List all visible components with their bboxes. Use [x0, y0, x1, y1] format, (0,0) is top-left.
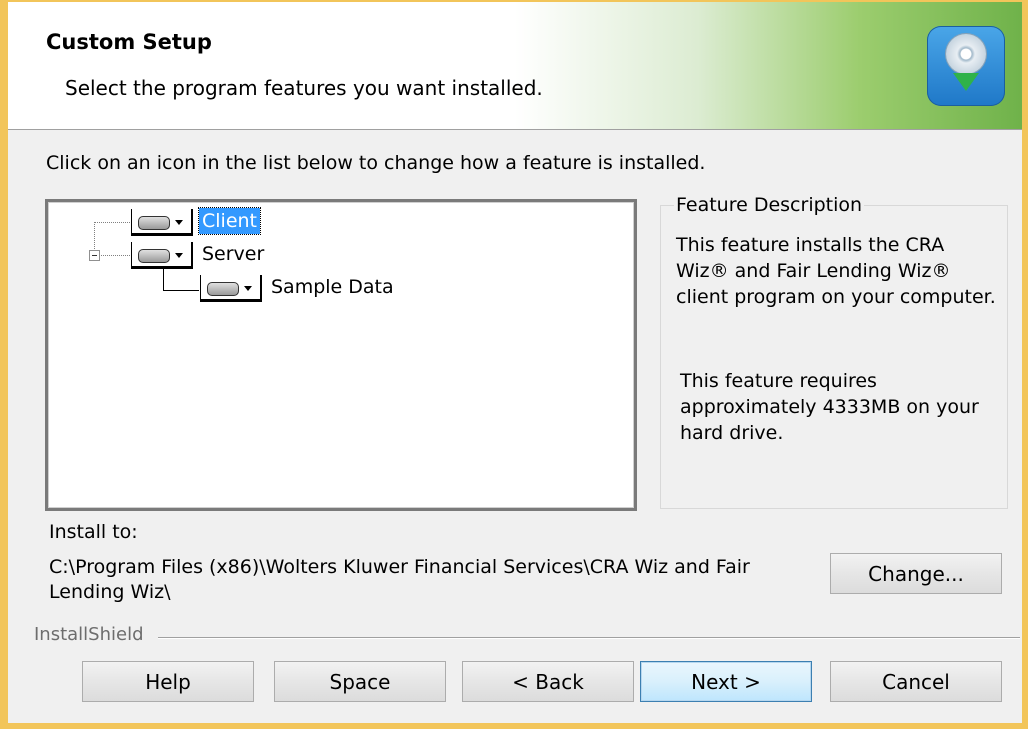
setup-window: Custom Setup Select the program features…	[0, 0, 1028, 729]
feature-size-requirement: This feature requires approximately 4333…	[680, 370, 979, 444]
brand-label: InstallShield	[34, 624, 144, 645]
feature-label-client[interactable]: Client	[197, 207, 262, 235]
instruction-text: Click on an icon in the list below to ch…	[46, 152, 706, 174]
help-button[interactable]: Help	[82, 661, 254, 702]
page-title: Custom Setup	[46, 30, 212, 54]
feature-label-sample-data[interactable]: Sample Data	[268, 274, 397, 300]
tree-connector	[163, 268, 164, 290]
feature-label-server[interactable]: Server	[199, 241, 267, 267]
download-arrow-icon	[953, 73, 979, 91]
feature-sample-data-install-state[interactable]	[200, 275, 262, 302]
hard-drive-icon	[207, 282, 239, 296]
next-button[interactable]: Next >	[640, 661, 812, 702]
tree-connector	[163, 290, 199, 291]
dropdown-arrow-icon	[244, 286, 252, 291]
installshield-brand: InstallShield	[34, 624, 1022, 648]
hard-drive-icon	[138, 216, 170, 230]
collapse-toggle-icon[interactable]	[89, 250, 100, 261]
page-subtitle: Select the program features you want ins…	[65, 76, 543, 100]
back-button[interactable]: < Back	[462, 661, 634, 702]
install-disc-icon	[927, 26, 1005, 106]
hard-drive-icon	[138, 249, 170, 263]
feature-client-install-state[interactable]	[131, 209, 193, 236]
tree-connector	[94, 222, 130, 223]
cancel-button[interactable]: Cancel	[830, 661, 1002, 702]
change-button[interactable]: Change...	[830, 553, 1002, 594]
feature-tree[interactable]: Client Server Sample Data	[45, 199, 637, 511]
install-to-label: Install to:	[49, 521, 138, 543]
dropdown-arrow-icon	[175, 220, 183, 225]
header-banner: Custom Setup Select the program features…	[8, 2, 1022, 130]
feature-description-legend: Feature Description	[674, 194, 865, 216]
feature-description-text: This feature installs the CRA Wiz® and F…	[676, 234, 996, 308]
disc-icon	[946, 34, 986, 74]
space-button[interactable]: Space	[274, 661, 446, 702]
divider	[158, 637, 1020, 639]
dropdown-arrow-icon	[175, 253, 183, 258]
feature-server-install-state[interactable]	[131, 242, 193, 269]
install-path: C:\Program Files (x86)\Wolters Kluwer Fi…	[49, 556, 750, 603]
